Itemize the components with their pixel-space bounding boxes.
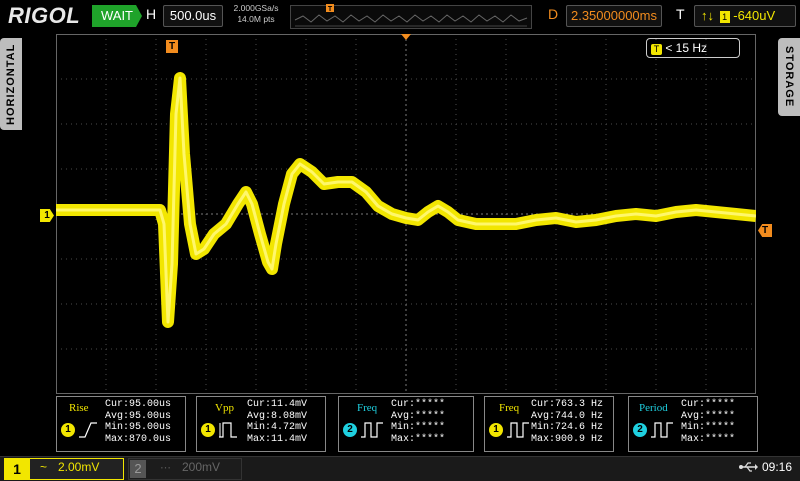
ch1-coupling-icon: ~: [40, 460, 48, 474]
acquisition-info: 2.000GSa/s 14.0M pts: [226, 3, 286, 25]
rise-time-icon: [79, 422, 97, 438]
ch1-offset-marker-icon[interactable]: 1: [40, 209, 54, 222]
ch1-badge: 1: [61, 423, 75, 437]
clock: 09:16: [762, 460, 793, 474]
rigol-logo: RIGOL: [8, 3, 81, 28]
sample-rate: 2.000GSa/s: [233, 3, 279, 13]
ch2-scale: 200mV: [182, 460, 221, 474]
measurement-period-ch2[interactable]: Period 2 Cur:***** Avg:***** Min:***** M…: [628, 396, 758, 452]
frequency-icon: [361, 422, 383, 438]
measurement-freq-ch2[interactable]: Freq 2 Cur:***** Avg:***** Min:***** Max…: [338, 396, 474, 452]
trigger-frequency-display: T < 15 Hz: [646, 38, 740, 58]
storage-menu-tab[interactable]: STORAGE: [778, 38, 800, 116]
ch1-badge: 1: [489, 423, 503, 437]
ch1-number: 1: [4, 458, 30, 480]
timebase-value[interactable]: 500.0us: [163, 5, 223, 27]
svg-text:T: T: [328, 6, 333, 13]
horizontal-label: H: [146, 6, 157, 22]
ch2-coupling-icon: ⋯: [160, 462, 171, 474]
measurement-freq-ch1[interactable]: Freq 1 Cur:763.3 Hz Avg:744.0 Hz Min:724…: [484, 396, 614, 452]
trigger-settings[interactable]: ↑↓ 1 -640uV: [694, 5, 796, 27]
measurement-values: Cur:95.00us Avg:95.00us Min:95.00us Max:…: [105, 399, 172, 445]
waveform-display[interactable]: [56, 34, 756, 394]
measurement-vpp[interactable]: Vpp 1 Cur:11.4mV Avg:8.08mV Min:4.72mV M…: [196, 396, 326, 452]
measurement-values: Cur:***** Avg:***** Min:***** Max:*****: [681, 399, 736, 445]
ch2-badge: 2: [343, 423, 357, 437]
measurement-name: Rise: [69, 402, 89, 414]
vpp-icon: [219, 422, 237, 438]
horizontal-menu-tab[interactable]: HORIZONTAL: [0, 38, 22, 130]
ch2-number: 2: [130, 460, 146, 478]
trigger-channel-badge: 1: [719, 11, 730, 23]
measurement-values: Cur:11.4mV Avg:8.08mV Min:4.72mV Max:11.…: [247, 399, 308, 445]
usb-icon: [739, 462, 758, 472]
delay-value[interactable]: 2.35000000ms: [566, 5, 662, 27]
measurement-name: Freq: [499, 402, 520, 414]
memory-depth: 14.0M pts: [237, 14, 275, 24]
trigger-freq-icon: T: [651, 44, 662, 55]
trigger-edge-icon: ↑↓: [701, 8, 714, 23]
ch2-badge: 2: [633, 423, 647, 437]
measurement-name: Vpp: [215, 402, 234, 414]
trigger-position-marker-icon: [401, 34, 411, 40]
measurement-name: Period: [639, 402, 668, 414]
memory-position-bar[interactable]: T: [290, 4, 532, 29]
measurement-name: Freq: [357, 402, 378, 414]
measurement-rise[interactable]: Rise 1 Cur:95.00us Avg:95.00us Min:95.00…: [56, 396, 186, 452]
trigger-level-marker-icon[interactable]: T: [758, 224, 772, 237]
frequency-icon: [507, 422, 529, 438]
trigger-point-marker-icon: T: [166, 40, 178, 53]
measurement-values: Cur:763.3 Hz Avg:744.0 Hz Min:724.6 Hz M…: [531, 399, 604, 445]
ch1-scale: 2.00mV: [58, 460, 100, 474]
trigger-frequency: < 15 Hz: [665, 41, 708, 55]
ch1-badge: 1: [201, 423, 215, 437]
delay-label: D: [548, 6, 559, 22]
period-icon: [651, 422, 673, 438]
run-status-badge[interactable]: WAIT: [92, 5, 142, 27]
memory-trigger-marker-icon: T: [326, 4, 334, 13]
trigger-label: T: [676, 6, 685, 22]
measurement-values: Cur:***** Avg:***** Min:***** Max:*****: [391, 399, 446, 445]
trigger-level: -640uV: [733, 8, 776, 23]
